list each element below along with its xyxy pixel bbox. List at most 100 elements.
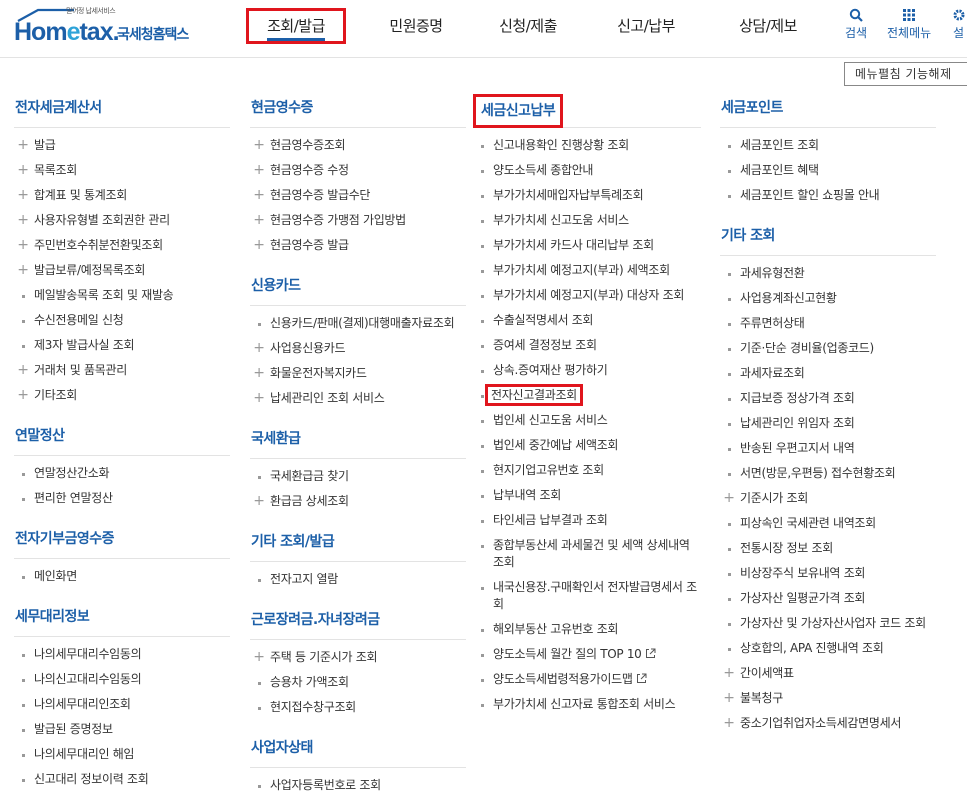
menu-item[interactable]: 나의세무대리인 해임 [14,742,230,767]
gnb-tab-consult-report[interactable]: 상담/제보 [718,8,818,44]
menu-item[interactable]: 상호합의, APA 진행내역 조회 [720,636,936,661]
settings-button[interactable]: 설 [950,8,967,41]
menu-item[interactable]: 부가가치세 카드사 대리납부 조회 [473,233,701,258]
section-title[interactable]: 연말정산 [14,422,230,456]
section-title[interactable]: 현금영수증 [250,94,466,128]
section-title[interactable]: 세금신고납부 [473,94,564,128]
section-title[interactable]: 세금포인트 [720,94,936,128]
menu-item[interactable]: 납세관리인 조회 서비스 [250,386,466,411]
menu-expand-toggle-button[interactable]: 메뉴펼침 기능해제 [844,62,967,86]
menu-item[interactable]: 부가가치세 예정고지(부과) 세액조회 [473,258,701,283]
section-title[interactable]: 기타 조회/발급 [250,528,466,562]
menu-item[interactable]: 발급보류/예정목록조회 [14,258,230,283]
menu-item[interactable]: 국세환급금 찾기 [250,464,466,489]
menu-item[interactable]: 간이세액표 [720,661,936,686]
menu-item[interactable]: 전자고지 열람 [250,567,466,592]
gnb-tab-report-payment[interactable]: 신고/납부 [596,8,696,44]
menu-item[interactable]: 전통시장 정보 조회 [720,536,936,561]
menu-item[interactable]: 양도소득세법령적용가이드맵 [473,667,701,692]
menu-item[interactable]: 비상장주식 보유내역 조회 [720,561,936,586]
menu-item[interactable]: 신고대리 정보이력 조회 [14,767,230,792]
menu-item[interactable]: 기준시가 조회 [720,486,936,511]
section-title[interactable]: 신용카드 [250,272,466,306]
gnb-tab-application-submit[interactable]: 신청/제출 [478,8,578,44]
menu-item[interactable]: 수신전용메일 신청 [14,308,230,333]
menu-item[interactable]: 나의세무대리인조회 [14,692,230,717]
menu-item[interactable]: 현금영수증 발급수단 [250,183,466,208]
menu-item[interactable]: 반송된 우편고지서 내역 [720,436,936,461]
menu-item[interactable]: 양도소득세 월간 질의 TOP 10 [473,642,701,667]
menu-item[interactable]: 사업용계좌신고현황 [720,286,936,311]
menu-item[interactable]: 과세유형전환 [720,261,936,286]
section-title[interactable]: 전자세금계산서 [14,94,230,128]
all-menu-button[interactable]: 전체메뉴 [887,8,931,41]
section-title[interactable]: 기타 조회 [720,222,936,256]
menu-item[interactable]: 화물운전자복지카드 [250,361,466,386]
menu-item[interactable]: 현금영수증조회 [250,133,466,158]
menu-item[interactable]: 사업용신용카드 [250,336,466,361]
search-button[interactable]: 검색 [845,8,867,41]
menu-item[interactable]: 사용자유형별 조회권한 관리 [14,208,230,233]
menu-item[interactable]: 법인세 신고도움 서비스 [473,408,701,433]
menu-item[interactable]: 거래처 및 품목관리 [14,358,230,383]
menu-item[interactable]: 목록조회 [14,158,230,183]
menu-item[interactable]: 발급 [14,133,230,158]
menu-item[interactable]: 메일발송목록 조회 및 재발송 [14,283,230,308]
menu-item[interactable]: 현금영수증 가맹점 가입방법 [250,208,466,233]
menu-item[interactable]: 기준·단순 경비율(업종코드) [720,336,936,361]
menu-item[interactable]: 환급금 상세조회 [250,489,466,514]
menu-item[interactable]: 법인세 중간예납 세액조회 [473,433,701,458]
menu-item[interactable]: 사업자등록번호로 조회 [250,773,466,798]
menu-item[interactable]: 증여세 결정정보 조회 [473,333,701,358]
menu-item[interactable]: 현지기업고유번호 조회 [473,458,701,483]
menu-item[interactable]: 현금영수증 수정 [250,158,466,183]
menu-item[interactable]: 세금포인트 혜택 [720,158,936,183]
section-title[interactable]: 전자기부금영수증 [14,525,230,559]
section-title[interactable]: 근로장려금.자녀장려금 [250,606,466,640]
menu-item[interactable]: 나의세무대리수임동의 [14,642,230,667]
menu-item[interactable]: 발급된 증명정보 [14,717,230,742]
menu-item[interactable]: 신용카드/판매(결제)대행매출자료조회 [250,311,466,336]
hometax-logo[interactable]: 믿어정 납세서비스 Hometax. 국세청홈택스 [14,6,199,48]
menu-item[interactable]: 타인세금 납부결과 조회 [473,508,701,533]
section-title[interactable]: 세무대리정보 [14,603,230,637]
menu-item[interactable]: 편리한 연말정산 [14,486,230,511]
menu-item[interactable]: 종합부동산세 과세물건 및 세액 상세내역 조회 [473,533,701,575]
menu-item[interactable]: 납세관리인 위임자 조회 [720,411,936,436]
menu-item[interactable]: 서면(방문,우편등) 접수현황조회 [720,461,936,486]
menu-item[interactable]: 신고내용확인 진행상황 조회 [473,133,701,158]
menu-item[interactable]: 현지접수창구조회 [250,695,466,720]
menu-item[interactable]: 부가가치세매입자납부특례조회 [473,183,701,208]
menu-item[interactable]: 수출실적명세서 조회 [473,308,701,333]
menu-item[interactable]: 내국신용장.구매확인서 전자발급명세서 조회 [473,575,701,617]
menu-item[interactable]: 승용차 가액조회 [250,670,466,695]
menu-item[interactable]: 연말정산간소화 [14,461,230,486]
menu-item[interactable]: 부가가치세 예정고지(부과) 대상자 조회 [473,283,701,308]
menu-item[interactable]: 불복청구 [720,686,936,711]
menu-item[interactable]: 중소기업취업자소득세감면명세서 [720,711,936,736]
menu-item[interactable]: 해외부동산 고유번호 조회 [473,617,701,642]
menu-item[interactable]: 제3자 발급사실 조회 [14,333,230,358]
gnb-tab-inquiry-issue[interactable]: 조회/발급 [246,8,346,44]
menu-item[interactable]: 주류면허상태 [720,311,936,336]
menu-item[interactable]: 지급보증 정상가격 조회 [720,386,936,411]
menu-item[interactable]: 전자신고결과조회 [473,383,701,408]
menu-item[interactable]: 가상자산 및 가상자산사업자 코드 조회 [720,611,936,636]
menu-item[interactable]: 기타조회 [14,383,230,408]
menu-item[interactable]: 부가가치세 신고도움 서비스 [473,208,701,233]
menu-item[interactable]: 나의신고대리수임동의 [14,667,230,692]
menu-item[interactable]: 세금포인트 할인 쇼핑몰 안내 [720,183,936,208]
menu-item[interactable]: 가상자산 일평균가격 조회 [720,586,936,611]
menu-item[interactable]: 양도소득세 종합안내 [473,158,701,183]
menu-item[interactable]: 합계표 및 통계조회 [14,183,230,208]
gnb-tab-civil-certificate[interactable]: 민원증명 [366,8,466,44]
menu-item[interactable]: 주택 등 기준시가 조회 [250,645,466,670]
menu-item[interactable]: 과세자료조회 [720,361,936,386]
menu-item[interactable]: 메인화면 [14,564,230,589]
menu-item[interactable]: 주민번호수취분전환및조회 [14,233,230,258]
menu-item[interactable]: 상속.증여재산 평가하기 [473,358,701,383]
menu-item[interactable]: 납부내역 조회 [473,483,701,508]
section-title[interactable]: 사업자상태 [250,734,466,768]
menu-item[interactable]: 부가가치세 신고자료 통합조회 서비스 [473,692,701,717]
section-title[interactable]: 국세환급 [250,425,466,459]
